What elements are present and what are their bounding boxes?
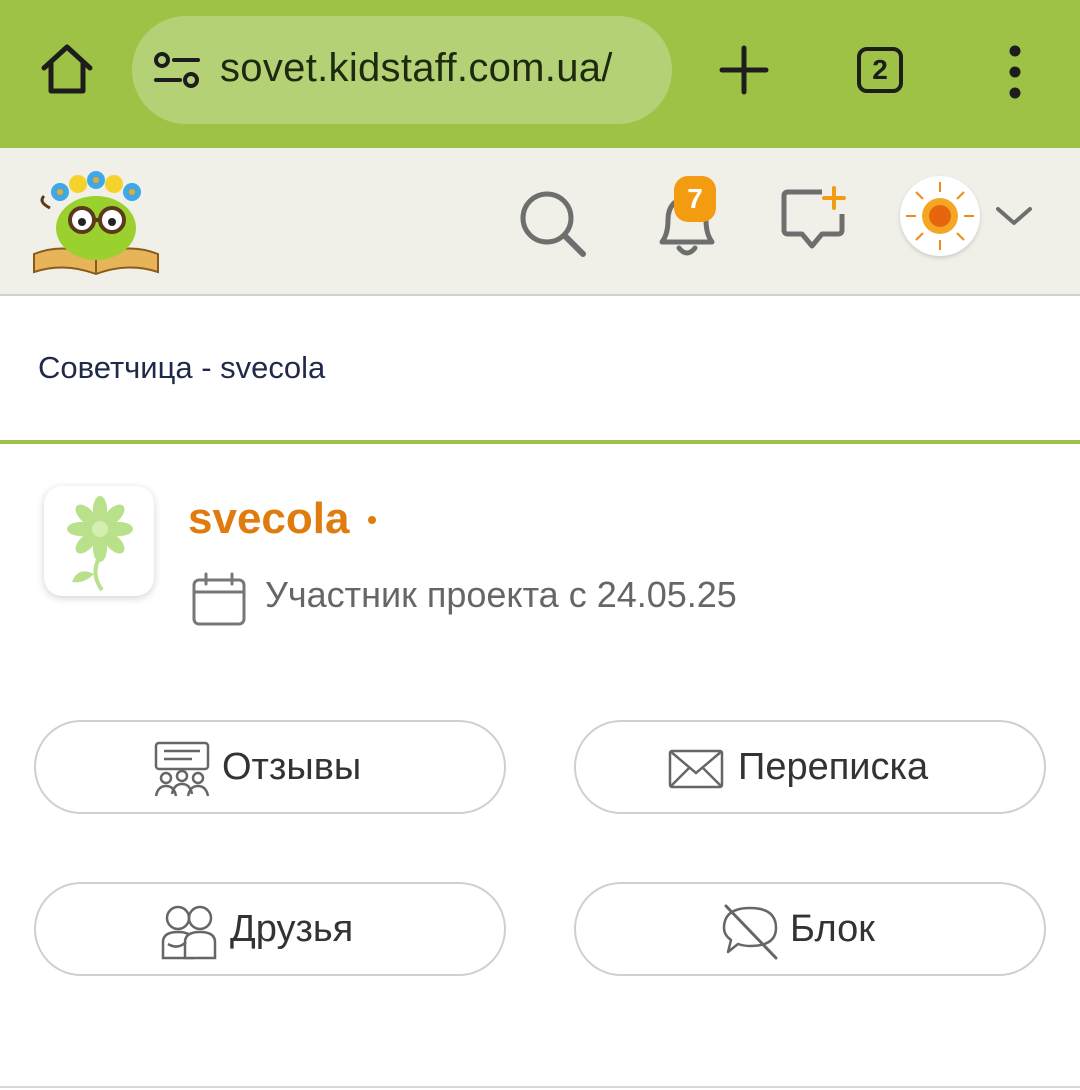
sun-avatar-icon: [906, 182, 974, 250]
address-bar[interactable]: sovet.kidstaff.com.ua/: [132, 16, 672, 124]
new-message-icon[interactable]: [778, 184, 850, 254]
block-button[interactable]: Блок: [574, 882, 1046, 976]
messages-button[interactable]: Переписка: [574, 720, 1046, 814]
chevron-down-icon[interactable]: [994, 203, 1034, 229]
friends-button[interactable]: Друзья: [34, 882, 506, 976]
url-text[interactable]: sovet.kidstaff.com.ua/: [220, 46, 652, 91]
more-vert-icon[interactable]: [1000, 44, 1030, 100]
user-avatar[interactable]: [900, 176, 980, 256]
divider: [0, 1086, 1080, 1088]
breadcrumb[interactable]: Советчица - svecola: [38, 350, 325, 386]
profile-avatar[interactable]: [44, 486, 154, 596]
reviews-label: Отзывы: [222, 746, 362, 788]
reviews-icon: [154, 741, 210, 797]
username[interactable]: svecola: [188, 494, 349, 544]
online-status-dot: [368, 516, 376, 524]
site-logo[interactable]: [30, 162, 162, 278]
site-header: 7: [0, 148, 1080, 296]
home-icon[interactable]: [38, 40, 96, 98]
messages-label: Переписка: [738, 746, 929, 788]
friends-icon: [161, 905, 217, 960]
site-settings-icon[interactable]: [154, 50, 200, 90]
block-label: Блок: [790, 908, 875, 950]
member-since: Участник проекта с 24.05.25: [265, 574, 737, 615]
friends-label: Друзья: [230, 908, 354, 950]
new-tab-plus-icon[interactable]: [716, 42, 772, 98]
tabs-icon[interactable]: 2: [857, 47, 903, 93]
breadcrumb-bar: Советчица - svecola: [0, 296, 1080, 444]
browser-toolbar: sovet.kidstaff.com.ua/ 2: [0, 0, 1080, 148]
block-chat-icon: [722, 904, 778, 960]
tab-count: 2: [872, 54, 888, 85]
envelope-icon: [668, 749, 724, 789]
flower-avatar-icon: [67, 496, 133, 592]
notification-badge: 7: [674, 176, 716, 222]
search-icon[interactable]: [515, 186, 589, 260]
calendar-icon: [192, 572, 246, 626]
reviews-button[interactable]: Отзывы: [34, 720, 506, 814]
